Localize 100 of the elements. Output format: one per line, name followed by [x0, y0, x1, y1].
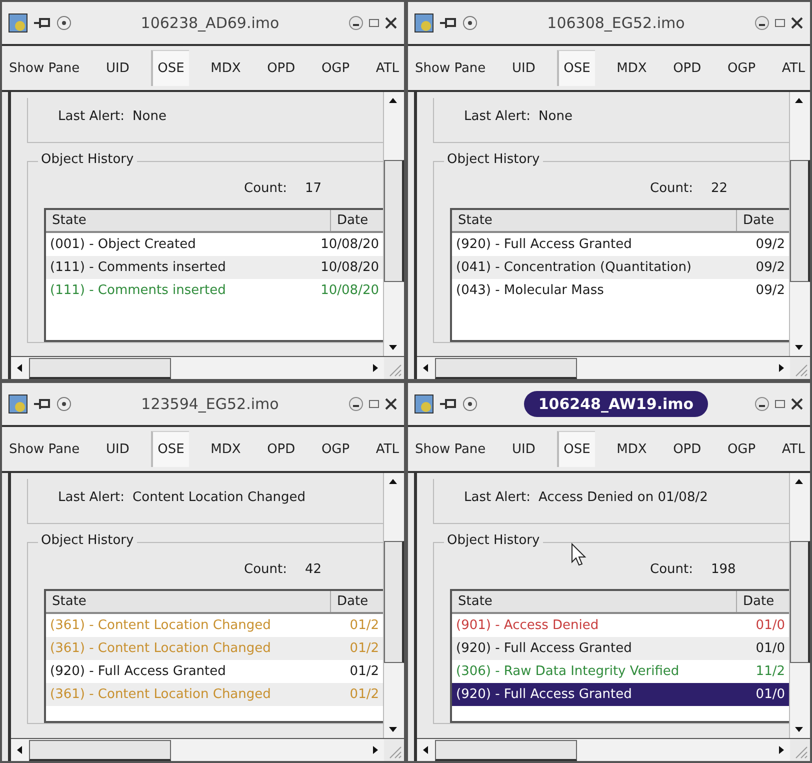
- column-header[interactable]: State: [452, 591, 737, 612]
- vertical-scrollbar[interactable]: [383, 473, 404, 738]
- tab[interactable]: ATL: [370, 50, 404, 86]
- minimize-icon[interactable]: [348, 396, 364, 412]
- tab[interactable]: UID: [100, 50, 134, 86]
- column-header[interactable]: Date: [331, 210, 383, 231]
- column-header[interactable]: Date: [737, 210, 789, 231]
- minimize-icon[interactable]: [348, 15, 364, 31]
- alert-label: Last Alert:: [58, 108, 125, 124]
- tab[interactable]: OGP: [316, 50, 355, 86]
- tab[interactable]: ATL: [370, 432, 404, 466]
- vertical-scrollbar[interactable]: [789, 473, 810, 738]
- alert-value: None: [538, 108, 572, 124]
- alert-label: Last Alert:: [464, 108, 531, 124]
- tab[interactable]: OPD: [262, 50, 300, 86]
- tab[interactable]: UID: [506, 50, 540, 86]
- count-value: 198: [711, 562, 736, 576]
- alert-value: Access Denied on 01/08/2: [538, 490, 708, 504]
- table-row[interactable]: (041) - Concentration (Quantitation) 09/2: [452, 256, 789, 279]
- count-value: 17: [305, 180, 322, 196]
- tab[interactable]: OSE: [556, 50, 596, 86]
- group-title: Object History: [444, 533, 543, 548]
- alert-label: Last Alert:: [58, 490, 125, 504]
- horizontal-scrollbar[interactable]: [417, 739, 790, 761]
- pin-icon[interactable]: [32, 396, 52, 412]
- close-icon[interactable]: [790, 396, 804, 412]
- pin-icon[interactable]: [438, 15, 458, 31]
- tab[interactable]: OGP: [316, 432, 355, 466]
- alert-label: Last Alert:: [464, 490, 531, 504]
- app-icon[interactable]: [8, 13, 28, 33]
- table-row[interactable]: (043) - Molecular Mass 09/2: [452, 279, 789, 302]
- close-icon[interactable]: [384, 15, 398, 31]
- table-row[interactable]: (920) - Full Access Granted 01/2: [46, 660, 383, 683]
- app-icon[interactable]: [414, 13, 434, 33]
- tab[interactable]: MDX: [206, 50, 246, 86]
- table-row[interactable]: (901) - Access Denied 01/0: [452, 614, 789, 637]
- tab[interactable]: OGP: [722, 432, 761, 466]
- count-label: Count:: [650, 562, 693, 576]
- circle-button-icon[interactable]: [56, 396, 72, 412]
- tab[interactable]: OPD: [668, 50, 706, 86]
- table-row[interactable]: (920) - Full Access Granted 01/0: [452, 637, 789, 660]
- tab[interactable]: OPD: [668, 432, 706, 466]
- count-value: 22: [711, 180, 728, 196]
- group-title: Object History: [38, 152, 137, 167]
- maximize-icon[interactable]: [774, 17, 786, 29]
- tab[interactable]: MDX: [612, 432, 652, 466]
- alert-value: None: [132, 108, 166, 124]
- horizontal-scrollbar[interactable]: [417, 357, 790, 379]
- column-header[interactable]: State: [452, 210, 737, 231]
- close-icon[interactable]: [384, 396, 398, 412]
- horizontal-scrollbar[interactable]: [11, 739, 384, 761]
- table-row[interactable]: (306) - Raw Data Integrity Verified 11/2: [452, 660, 789, 683]
- tab[interactable]: OSE: [150, 50, 190, 86]
- tab[interactable]: ATL: [776, 432, 810, 466]
- tab[interactable]: Show Pane: [4, 432, 85, 466]
- tab[interactable]: OPD: [262, 432, 300, 466]
- tab[interactable]: OGP: [722, 50, 761, 86]
- window-title: 106248_AW19.imo: [524, 391, 708, 417]
- vertical-scrollbar[interactable]: [383, 92, 404, 356]
- maximize-icon[interactable]: [368, 398, 380, 410]
- tab[interactable]: Show Pane: [4, 50, 85, 86]
- count-label: Count:: [244, 180, 287, 196]
- tab[interactable]: Show Pane: [410, 432, 491, 466]
- table-row[interactable]: (111) - Comments inserted 10/08/20: [46, 279, 383, 302]
- column-header[interactable]: Date: [737, 591, 789, 612]
- tab[interactable]: OSE: [556, 431, 596, 467]
- circle-button-icon[interactable]: [462, 15, 478, 31]
- horizontal-scrollbar[interactable]: [11, 357, 384, 379]
- tab[interactable]: OSE: [150, 431, 190, 467]
- close-icon[interactable]: [790, 15, 804, 31]
- tab[interactable]: MDX: [612, 50, 652, 86]
- app-icon[interactable]: [414, 394, 434, 414]
- column-header[interactable]: State: [46, 210, 331, 231]
- tab[interactable]: UID: [100, 432, 134, 466]
- mouse-pointer-icon: [571, 543, 587, 567]
- tab[interactable]: MDX: [206, 432, 246, 466]
- maximize-icon[interactable]: [368, 17, 380, 29]
- window-title: 106308_EG52.imo: [546, 13, 686, 34]
- table-row[interactable]: (001) - Object Created 10/08/20: [46, 233, 383, 256]
- column-header[interactable]: State: [46, 591, 331, 612]
- pin-icon[interactable]: [32, 15, 52, 31]
- table-row[interactable]: (111) - Comments inserted 10/08/20: [46, 256, 383, 279]
- group-title: Object History: [38, 533, 137, 548]
- count-label: Count:: [650, 180, 693, 196]
- tab[interactable]: Show Pane: [410, 50, 491, 86]
- vertical-scrollbar[interactable]: [789, 92, 810, 356]
- maximize-icon[interactable]: [774, 398, 786, 410]
- tab[interactable]: UID: [506, 432, 540, 466]
- app-icon[interactable]: [8, 394, 28, 414]
- circle-button-icon[interactable]: [56, 15, 72, 31]
- pin-icon[interactable]: [438, 396, 458, 412]
- table-row[interactable]: (920) - Full Access Granted 09/2: [452, 233, 789, 256]
- column-header[interactable]: Date: [331, 591, 383, 612]
- circle-button-icon[interactable]: [462, 396, 478, 412]
- table-row[interactable]: (920) - Full Access Granted 01/0: [452, 683, 789, 706]
- minimize-icon[interactable]: [754, 396, 770, 412]
- minimize-icon[interactable]: [754, 15, 770, 31]
- count-value: 42: [305, 562, 322, 576]
- tab[interactable]: ATL: [776, 50, 810, 86]
- group-title: Object History: [444, 152, 543, 167]
